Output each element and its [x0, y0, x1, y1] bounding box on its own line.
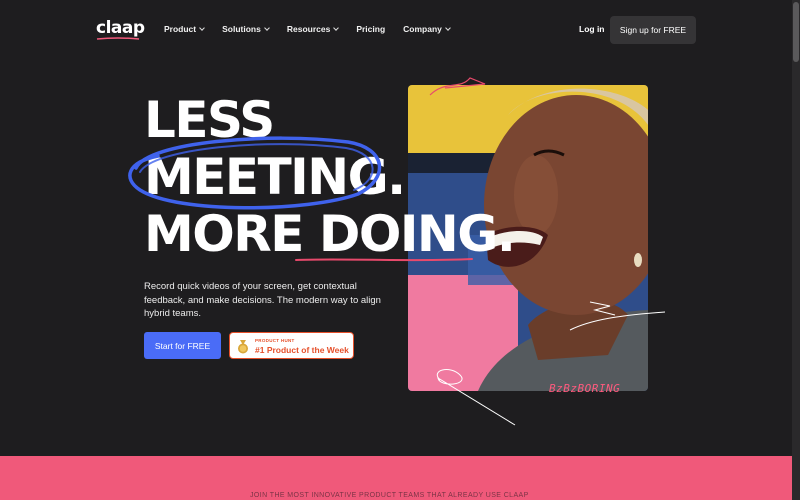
chevron-down-icon	[445, 25, 451, 31]
menu-item-solutions[interactable]: Solutions	[222, 24, 270, 34]
logo-underline-icon	[96, 37, 140, 40]
medal-icon	[238, 340, 248, 354]
headline-line-1: LESS	[144, 91, 275, 149]
product-hunt-label: PRODUCT HUNT	[255, 338, 295, 343]
start-free-button[interactable]: Start for FREE	[144, 332, 221, 359]
hand-drawn-underline-icon	[295, 258, 473, 262]
headline-line-3: MORE DOING.	[144, 205, 516, 263]
menu-item-resources[interactable]: Resources	[287, 24, 340, 34]
chevron-down-icon	[199, 25, 205, 31]
signup-button[interactable]: Sign up for FREE	[610, 16, 696, 44]
menu-item-pricing[interactable]: Pricing	[356, 24, 385, 34]
customers-band: JOIN THE MOST INNOVATIVE PRODUCT TEAMS T…	[0, 456, 800, 500]
product-hunt-title: #1 Product of the Week	[255, 345, 349, 355]
menu-item-company[interactable]: Company	[403, 24, 451, 34]
headline-line-2: MEETING.	[144, 148, 406, 206]
hero-description: Record quick videos of your screen, get …	[144, 281, 381, 319]
page-scrollbar[interactable]	[792, 0, 800, 500]
product-hunt-badge[interactable]: PRODUCT HUNT #1 Product of the Week	[229, 332, 354, 359]
chevron-down-icon	[333, 25, 340, 31]
claap-logo[interactable]: claap	[96, 18, 145, 38]
scribble-text: BzBzBORING	[549, 382, 621, 395]
menu-item-product[interactable]: Product	[164, 24, 205, 34]
hero-headline: LESS MEETING. MORE DOING.	[144, 91, 516, 263]
top-nav: claap Product Solutions Resources Pricin…	[0, 0, 800, 60]
login-link[interactable]: Log in	[579, 24, 605, 34]
chevron-down-icon	[264, 25, 270, 31]
scrollbar-thumb[interactable]	[793, 2, 799, 62]
customers-band-text: JOIN THE MOST INNOVATIVE PRODUCT TEAMS T…	[250, 492, 529, 499]
main-menu: Product Solutions Resources Pricing Comp…	[164, 24, 468, 34]
